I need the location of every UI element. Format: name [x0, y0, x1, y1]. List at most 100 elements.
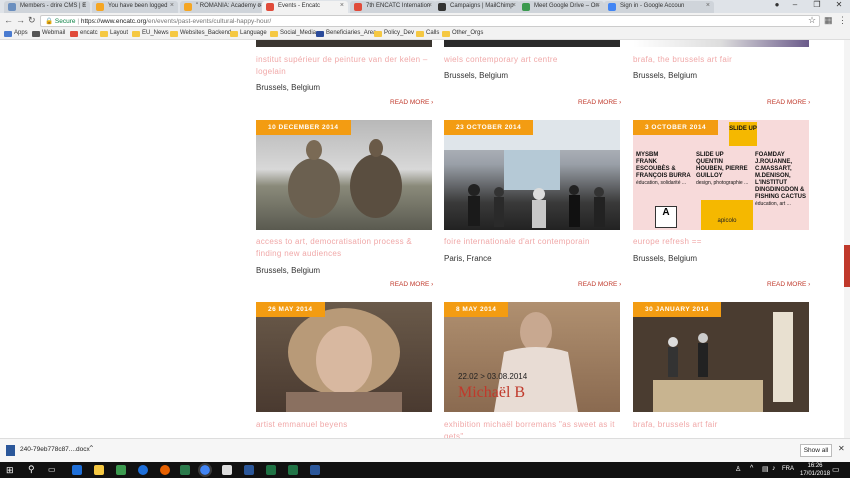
event-poster[interactable]: SLIDE UP MYSBM FRANK ESCOUBÈS & FRANÇOIS… — [633, 120, 809, 230]
read-more-link[interactable]: READ MORE › — [767, 99, 810, 106]
close-icon[interactable]: × — [340, 2, 344, 9]
bookmark-policy-dev[interactable]: Policy_Dev — [374, 30, 414, 37]
event-image[interactable]: 26 MAY 2014 — [256, 302, 432, 412]
search-icon[interactable]: ⚲ — [28, 464, 35, 475]
bookmark-beneficiaries-area[interactable]: Beneficiaries_Area — [316, 30, 376, 37]
eu-flag-icon — [316, 31, 324, 37]
read-more-link[interactable]: READ MORE › — [578, 99, 621, 106]
notification-icon[interactable]: ▭ — [832, 465, 840, 474]
bookmark-apps[interactable]: Apps — [4, 30, 28, 37]
secure-label: Secure — [54, 18, 76, 25]
tab-logged-out[interactable]: You have been logged × — [92, 1, 178, 13]
task-view-icon[interactable]: ▭ — [48, 465, 56, 474]
app-icon[interactable] — [180, 465, 190, 475]
language-indicator[interactable]: FRA — [782, 466, 794, 472]
network-icon[interactable]: ▤ — [762, 465, 769, 473]
bookmark-calls[interactable]: Calls — [416, 30, 439, 37]
event-date-badge: 30 JANUARY 2014 — [633, 302, 721, 317]
firefox-icon[interactable] — [160, 465, 170, 475]
bookmark-language[interactable]: Language — [230, 30, 267, 37]
close-icon[interactable]: × — [706, 2, 710, 9]
menu-icon[interactable]: ⋮ — [838, 15, 847, 26]
favicon — [184, 3, 192, 11]
system-clock[interactable]: 16:26 17/01/2018 — [800, 462, 830, 478]
back-icon[interactable]: ← — [4, 15, 13, 25]
bookmarks-bar: Apps Webmail encatc Layout EU_News Websi… — [0, 29, 850, 40]
close-icon[interactable]: × — [170, 2, 174, 9]
event-title[interactable]: brafa, brussels art fair — [633, 419, 809, 431]
favicon — [438, 3, 446, 11]
event-title[interactable]: artist emmanuel beyens — [256, 419, 432, 431]
bookmark-layout[interactable]: Layout — [100, 30, 128, 37]
star-icon[interactable]: ☆ — [808, 15, 816, 26]
tab-google-signin[interactable]: Sign in - Google Accoun × — [604, 1, 714, 13]
tab-mailchimp[interactable]: Campaigns | MailChimp × — [434, 1, 520, 13]
volume-icon[interactable]: ♪ — [772, 465, 776, 472]
bookmark-other-orgs[interactable]: Other_Orgs — [442, 30, 483, 37]
show-all-button[interactable]: Show all — [800, 444, 832, 457]
close-icon[interactable]: × — [512, 2, 516, 9]
close-icon[interactable]: × — [428, 2, 432, 9]
minimize-icon[interactable]: – — [786, 0, 804, 9]
scrollbar-thumb[interactable] — [844, 245, 850, 287]
chevron-up-icon[interactable]: ⌃ — [88, 444, 95, 453]
read-more-link[interactable]: READ MORE › — [390, 281, 433, 288]
event-image[interactable]: 23 OCTOBER 2014 — [444, 120, 620, 230]
read-more-link[interactable]: READ MORE › — [390, 99, 433, 106]
event-image[interactable]: 10 DECEMBER 2014 — [256, 120, 432, 230]
tab-7th-encatc[interactable]: 7th ENCATC Internation × — [350, 1, 436, 13]
bookmark-social-media[interactable]: Social_Media — [270, 30, 316, 37]
excel-icon[interactable] — [266, 465, 276, 475]
event-image[interactable] — [633, 40, 809, 47]
event-title[interactable]: foire internationale d'art contemporain — [444, 236, 620, 248]
extension-icon[interactable]: ▦ — [824, 15, 833, 26]
reload-icon[interactable]: ↻ — [28, 15, 36, 26]
tab-events-encatc[interactable]: Events - Encatc × — [262, 1, 348, 13]
event-image[interactable] — [256, 40, 432, 47]
close-icon[interactable]: ✕ — [838, 444, 845, 453]
tab-google-drive[interactable]: Meet Google Drive – On × — [518, 1, 604, 13]
outlook-icon[interactable] — [244, 465, 254, 475]
bookmark-websites-backend[interactable]: Websites_Backend — [170, 30, 231, 37]
tab-romania[interactable]: " ROMANIA: Academy o × — [180, 1, 266, 13]
maximize-icon[interactable]: ❐ — [808, 0, 826, 9]
chrome-icon[interactable] — [198, 463, 212, 477]
tray-chevron-icon[interactable]: ^ — [750, 465, 753, 472]
people-icon[interactable]: ♙ — [735, 465, 741, 473]
bookmark-webmail[interactable]: Webmail — [32, 30, 65, 37]
bookmark-encatc[interactable]: encatc — [70, 30, 98, 37]
bookmark-eu-news[interactable]: EU_News — [132, 30, 169, 37]
url-input[interactable]: 🔒 Secure | https://www.encatc.org/en/eve… — [40, 15, 820, 27]
close-icon[interactable]: × — [82, 2, 86, 9]
windows-start-icon[interactable]: ⊞ — [6, 465, 14, 476]
mail-icon[interactable] — [222, 465, 232, 475]
ie-icon[interactable] — [138, 465, 148, 475]
download-filename[interactable]: 240-79eb778c87....docx — [20, 446, 90, 453]
event-title[interactable]: exhibition michaël borremans "as sweet a… — [444, 419, 620, 438]
window-close-icon[interactable]: ✕ — [830, 0, 848, 9]
event-title[interactable]: access to art, democratisation process &… — [256, 236, 434, 260]
word-icon[interactable] — [310, 465, 320, 475]
file-explorer-icon[interactable] — [94, 465, 104, 475]
event-image[interactable] — [444, 40, 620, 47]
event-image[interactable]: 22.02 > 03.08.2014 Michaël B 8 MAY 2014 — [444, 302, 620, 412]
event-title[interactable]: brafa, the brussels art fair — [633, 54, 809, 66]
crowd-illustration — [444, 120, 620, 228]
publisher-icon[interactable] — [288, 465, 298, 475]
read-more-link[interactable]: READ MORE › — [767, 281, 810, 288]
event-title[interactable]: europe refresh == — [633, 236, 809, 248]
forward-icon[interactable]: → — [16, 15, 25, 25]
windows-taskbar: ⊞ ⚲ ▭ ♙ ^ ▤ ♪ FRA 16:26 17/01/2018 ▭ — [0, 462, 850, 478]
event-title[interactable]: institut supérieur de peinture van der k… — [256, 54, 432, 78]
page-scrollbar[interactable] — [844, 40, 850, 438]
store-icon[interactable] — [116, 465, 126, 475]
tab-members[interactable]: Members - drire CMS | E × — [4, 1, 90, 13]
encatc-icon — [70, 31, 78, 37]
close-icon[interactable]: × — [596, 2, 600, 9]
edge-icon[interactable] — [72, 465, 82, 475]
event-location: Brussels, Belgium — [256, 266, 321, 275]
event-title[interactable]: wiels contemporary art centre — [444, 54, 620, 66]
event-image[interactable]: 30 JANUARY 2014 — [633, 302, 809, 412]
profile-icon[interactable]: ● — [768, 0, 786, 9]
read-more-link[interactable]: READ MORE › — [578, 281, 621, 288]
